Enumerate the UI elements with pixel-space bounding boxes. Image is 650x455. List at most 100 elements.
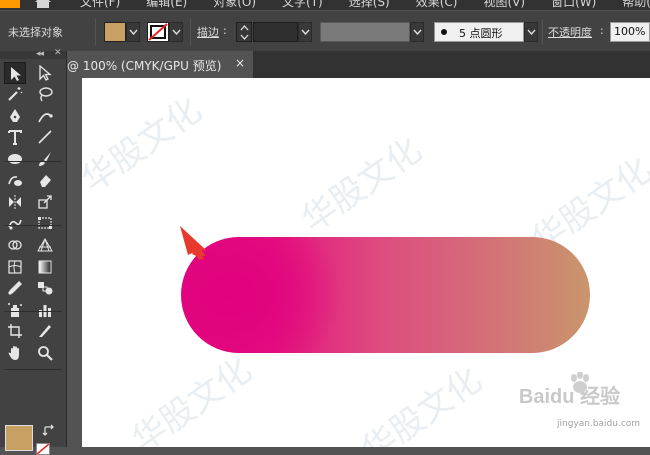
no-stroke-icon [148, 23, 168, 41]
direct-selection-icon [39, 65, 52, 81]
stroke-weight-dropdown[interactable] [298, 22, 312, 42]
gradient-rounded-rectangle[interactable] [181, 237, 590, 353]
symbol-sprayer-icon [8, 303, 22, 317]
line-segment-tool[interactable] [34, 126, 56, 148]
swap-fill-stroke-icon[interactable] [42, 424, 56, 438]
paintbrush-icon [39, 152, 51, 166]
brush-definition[interactable]: 5 点圆形 [434, 22, 524, 42]
menu-type[interactable]: 文字(T) [282, 0, 323, 10]
document-tab-bar: @ 100% (CMYK/GPU 预览) × [67, 51, 650, 78]
brush-dropdown[interactable] [524, 22, 538, 42]
blend-icon [38, 282, 53, 295]
puppet-warp-tool[interactable] [4, 212, 26, 234]
artboard-tool[interactable] [4, 320, 26, 342]
perspective-grid-icon [37, 238, 53, 252]
slice-tool[interactable] [34, 320, 56, 342]
stroke-dropdown[interactable] [169, 22, 183, 42]
lasso-tool[interactable] [34, 83, 56, 105]
no-stroke-icon [37, 444, 49, 454]
pen-icon [10, 109, 20, 122]
stroke-swatch[interactable] [147, 22, 169, 42]
shape-builder-tool[interactable] [4, 234, 26, 256]
curvature-icon [38, 113, 53, 123]
puppet-warp-icon [8, 219, 22, 230]
menu-window[interactable]: 窗口(W) [551, 0, 596, 10]
scale-tool[interactable] [34, 191, 56, 213]
free-transform-tool[interactable] [34, 212, 56, 234]
stroke-color-box[interactable] [36, 443, 50, 455]
mesh-tool[interactable] [4, 256, 26, 278]
direct-selection-tool[interactable] [34, 62, 56, 84]
brush-label: 5 点圆形 [459, 27, 503, 40]
paintbrush-tool[interactable] [34, 148, 56, 170]
type-tool[interactable] [4, 126, 26, 148]
curvature-tool[interactable] [34, 105, 56, 127]
home-icon[interactable] [34, 0, 52, 8]
watermark-text: 华股文化 [354, 359, 490, 447]
artboard-canvas[interactable]: 华股文化 华股文化 华股文化 华股文化 华股文化 Baidu 经验 jingya… [82, 78, 650, 447]
gradient-tool[interactable] [34, 256, 56, 278]
eraser-tool[interactable] [34, 169, 56, 191]
fill-color-box[interactable] [5, 425, 33, 451]
slice-icon [39, 325, 51, 337]
menu-help[interactable]: 帮助(H) [622, 0, 650, 10]
fill-swatch[interactable] [104, 22, 126, 42]
close-icon[interactable]: ✕ [54, 48, 62, 58]
menu-edit[interactable]: 编辑(E) [146, 0, 187, 10]
tool-group-divider [4, 225, 62, 226]
hand-icon [8, 346, 19, 360]
chevron-down-icon [527, 29, 536, 35]
menu-items: 文件(F) 编辑(E) 对象(O) 文字(T) 选择(S) 效果(C) 视图(V… [80, 0, 650, 10]
tools-panel: ◂◂ ✕ [0, 48, 67, 455]
stroke-weight-stepper[interactable] [236, 22, 252, 42]
baidu-jingyan-logo: Baidu 经验 [519, 372, 620, 409]
menu-view[interactable]: 视图(V) [483, 0, 525, 10]
chevron-down-icon [129, 29, 138, 35]
watermark-text: 华股文化 [124, 349, 260, 447]
mesh-icon [8, 260, 22, 274]
menu-file[interactable]: 文件(F) [80, 0, 120, 10]
type-icon [8, 130, 22, 145]
profile-dropdown[interactable] [410, 22, 424, 42]
document-tab[interactable]: @ 100% (CMYK/GPU 预览) × [67, 51, 253, 78]
eraser-icon [40, 175, 51, 187]
opacity-input[interactable]: 100% [610, 22, 650, 42]
chevron-down-icon [172, 29, 181, 35]
stroke-label: 描边 [197, 26, 219, 39]
close-tab-icon[interactable]: × [235, 56, 245, 70]
colon: : [600, 24, 604, 37]
shaper-icon [8, 176, 22, 186]
fill-dropdown[interactable] [126, 22, 140, 42]
lasso-icon [39, 87, 53, 102]
reflect-tool[interactable] [4, 191, 26, 213]
chevron-down-icon [413, 29, 422, 35]
blend-tool[interactable] [34, 277, 56, 299]
stepper-arrows-icon [240, 25, 249, 40]
colon: : [223, 24, 227, 37]
column-graph-icon [39, 305, 51, 317]
magic-wand-tool[interactable] [4, 83, 26, 105]
ellipse-tool[interactable] [4, 148, 26, 170]
selection-tool[interactable] [4, 62, 26, 84]
line-segment-icon [38, 130, 52, 144]
menu-select[interactable]: 选择(S) [349, 0, 390, 10]
app-logo [0, 0, 20, 8]
zoom-tool[interactable] [34, 342, 56, 364]
pen-tool[interactable] [4, 105, 26, 127]
eyedropper-tool[interactable] [4, 277, 26, 299]
shaper-tool[interactable] [4, 169, 26, 191]
opacity-label: 不透明度 [548, 26, 592, 39]
column-graph-tool[interactable] [34, 299, 56, 321]
hand-tool[interactable] [4, 342, 26, 364]
eyedropper-icon [8, 281, 22, 295]
menu-object[interactable]: 对象(O) [213, 0, 256, 10]
perspective-grid-tool[interactable] [34, 234, 56, 256]
zoom-icon [38, 346, 53, 361]
free-transform-icon [38, 217, 52, 229]
collapse-icon[interactable]: ◂◂ [36, 49, 44, 59]
menu-effect[interactable]: 效果(C) [416, 0, 458, 10]
stroke-weight-input[interactable] [253, 22, 298, 42]
red-arrow-icon [180, 226, 206, 260]
variable-width-profile[interactable] [320, 22, 410, 42]
symbol-sprayer-tool[interactable] [4, 299, 26, 321]
